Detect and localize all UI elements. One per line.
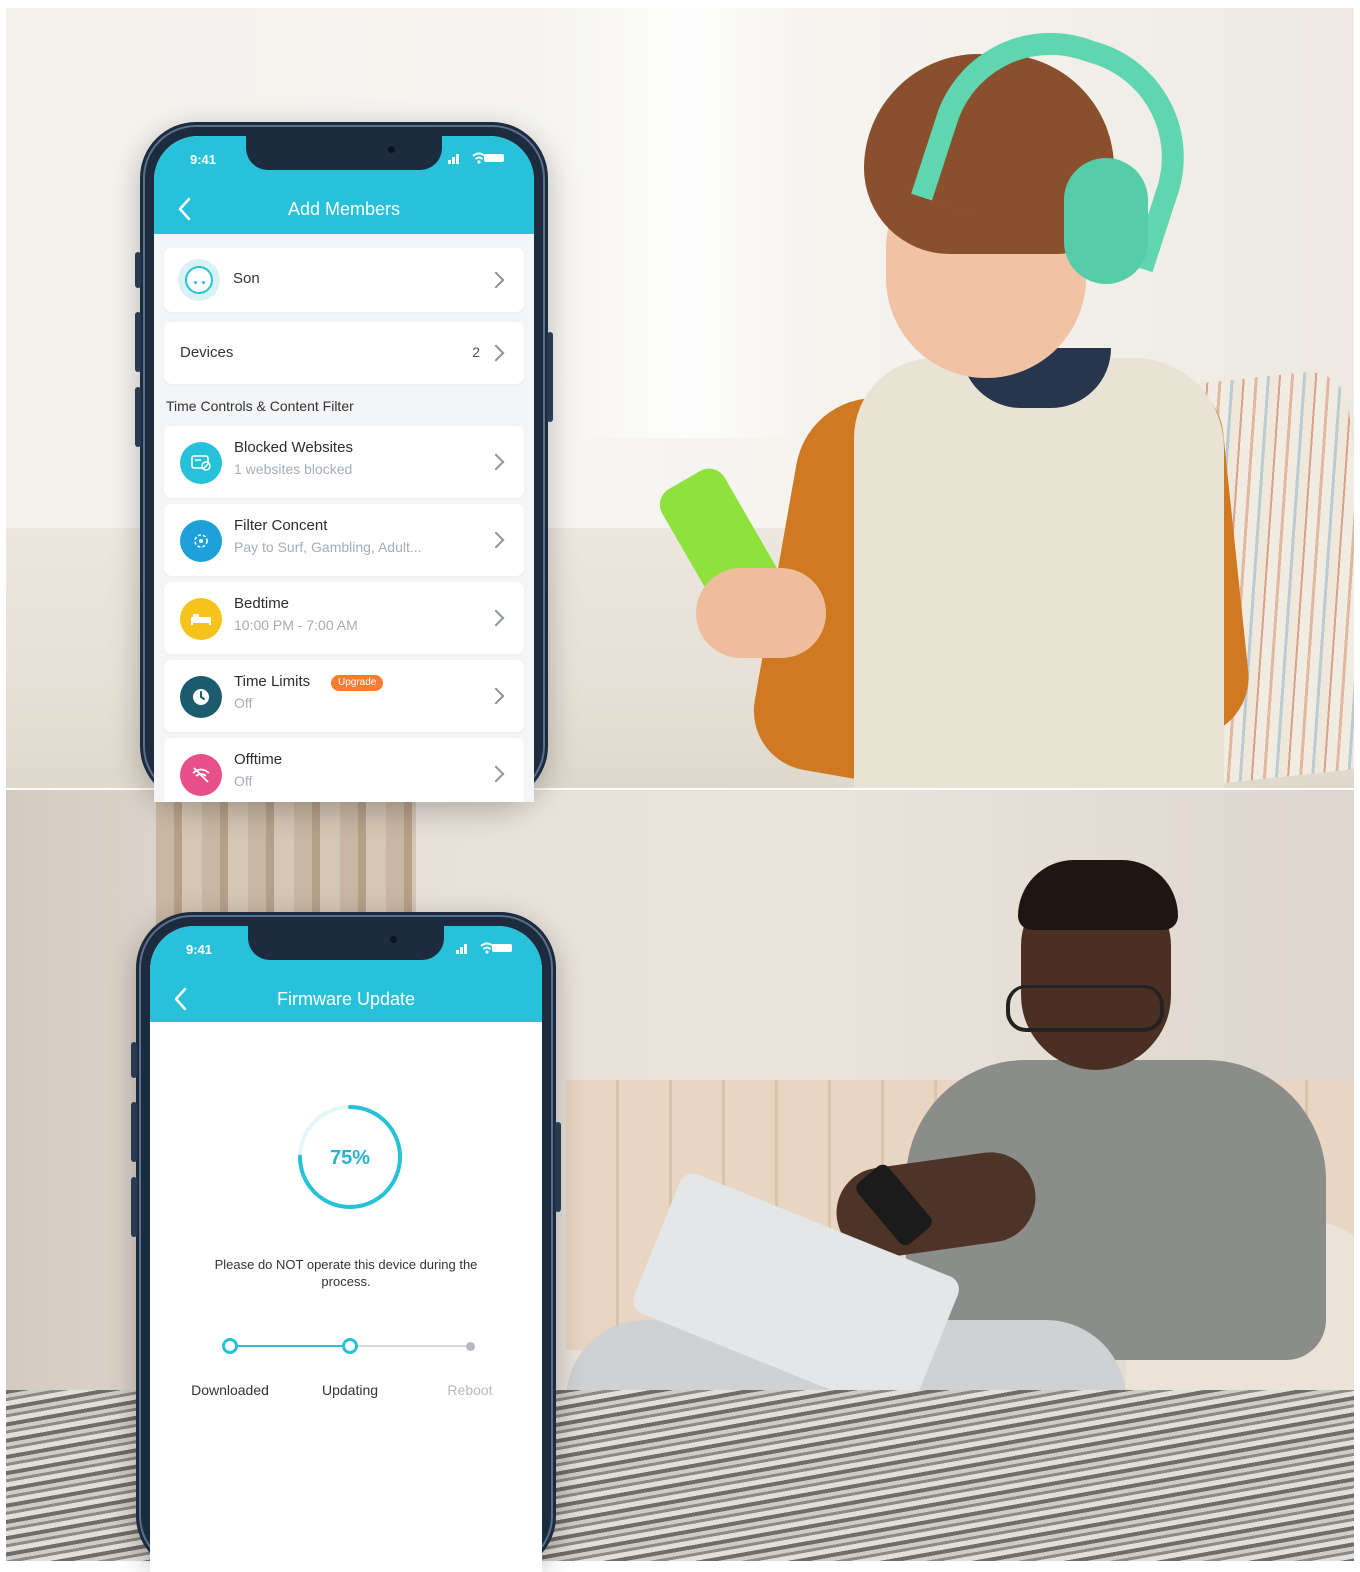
list-item-bedtime[interactable]: Bedtime 10:00 PM - 7:00 AM [164,582,524,654]
status-time: 9:41 [186,942,213,957]
chevron-right-icon [487,344,505,362]
chevron-right-icon [487,609,505,627]
list-item-blocked-websites[interactable]: Blocked Websites 1 websites blocked [164,426,524,498]
phone-firmware-update: 9:41 Firmware Update 75% Please do NOT o… [131,912,561,1572]
item-title: Blocked Websites [234,439,353,456]
step-line-pending [350,1345,470,1347]
item-title: Bedtime [234,595,290,612]
phone-notch [248,926,444,960]
devices-row[interactable]: Devices 2 [164,322,524,384]
section-title: Time Controls & Content Filter [166,398,354,414]
clock-icon [180,676,222,718]
phone-add-members: 9:41 Add Members Son Devices 2 Time Cont… [135,122,553,802]
headphones-cup [1064,158,1148,284]
app-screen: 9:41 Add Members Son Devices 2 Time Cont… [154,136,534,802]
step-label-reboot: Reboot [447,1382,493,1398]
upgrade-badge[interactable]: Upgrade [331,675,384,691]
step-dot-reboot [466,1342,475,1351]
signal-icon [448,160,451,164]
bed-icon [180,598,222,640]
signal-icon [456,950,459,954]
step-dot-downloaded [222,1338,238,1354]
signal-icon [452,157,455,164]
camera-icon [388,146,395,153]
phone-side-button [131,1177,137,1237]
page-title: Firmware Update [276,989,416,1009]
status-icons [456,942,512,954]
filter-icon [180,520,222,562]
chevron-right-icon [487,271,505,289]
step-label-downloaded: Downloaded [191,1382,269,1398]
battery-icon [492,944,512,952]
phone-side-button [547,332,553,422]
wifi-off-icon [180,754,222,796]
kid-face-icon [178,259,220,301]
item-subtitle: Off [234,695,253,711]
step-label-updating: Updating [321,1382,379,1398]
boy-hands [696,568,826,658]
window-light [566,8,806,438]
item-subtitle: Pay to Surf, Gambling, Adult... [234,539,422,555]
item-title: Offtime [234,751,283,768]
phone-side-button [135,252,141,288]
phone-side-button [135,312,141,372]
devices-label: Devices [180,344,234,361]
signal-icon [460,947,463,954]
member-row[interactable]: Son [164,248,524,312]
list-item-time-limits[interactable]: Time Limits Upgrade Off [164,660,524,732]
phone-side-button [131,1042,137,1078]
signal-icon [464,944,467,954]
blocked-sites-icon [180,442,222,484]
item-title: Time Limits [234,673,311,690]
status-time: 9:41 [190,152,217,167]
progress-ring: 75% [295,1102,405,1212]
chevron-right-icon [487,531,505,549]
phone-side-button [131,1102,137,1162]
list-item-offtime[interactable]: Offtime Off [164,738,524,802]
phone-side-button [135,387,141,447]
warning-message: Please do NOT operate this device during… [214,1257,478,1289]
item-subtitle: 1 websites blocked [234,461,353,477]
glasses [1006,985,1164,1032]
update-steps: Downloaded Updating Reboot [150,1336,542,1398]
devices-count: 2 [472,344,480,360]
page-title: Add Members [287,199,401,219]
app-screen: 9:41 Firmware Update 75% Please do NOT o… [150,926,542,1572]
battery-icon [484,154,504,162]
boy-shirt [854,358,1224,788]
man-hair [1018,860,1178,930]
item-subtitle: Off [234,773,253,789]
chevron-right-icon [487,687,505,705]
phone-side-button [555,1122,561,1212]
list-item-filter-content[interactable]: Filter Concent Pay to Surf, Gambling, Ad… [164,504,524,576]
chevron-right-icon [487,453,505,471]
signal-icon [456,154,459,164]
step-dot-updating [342,1338,358,1354]
item-title: Filter Concent [234,517,328,534]
camera-icon [390,936,397,943]
member-name: Son [233,270,260,287]
progress-percent: 75% [329,1147,371,1169]
chevron-right-icon [487,765,505,783]
phone-notch [246,136,442,170]
status-icons [448,152,504,164]
item-subtitle: 10:00 PM - 7:00 AM [234,617,358,633]
